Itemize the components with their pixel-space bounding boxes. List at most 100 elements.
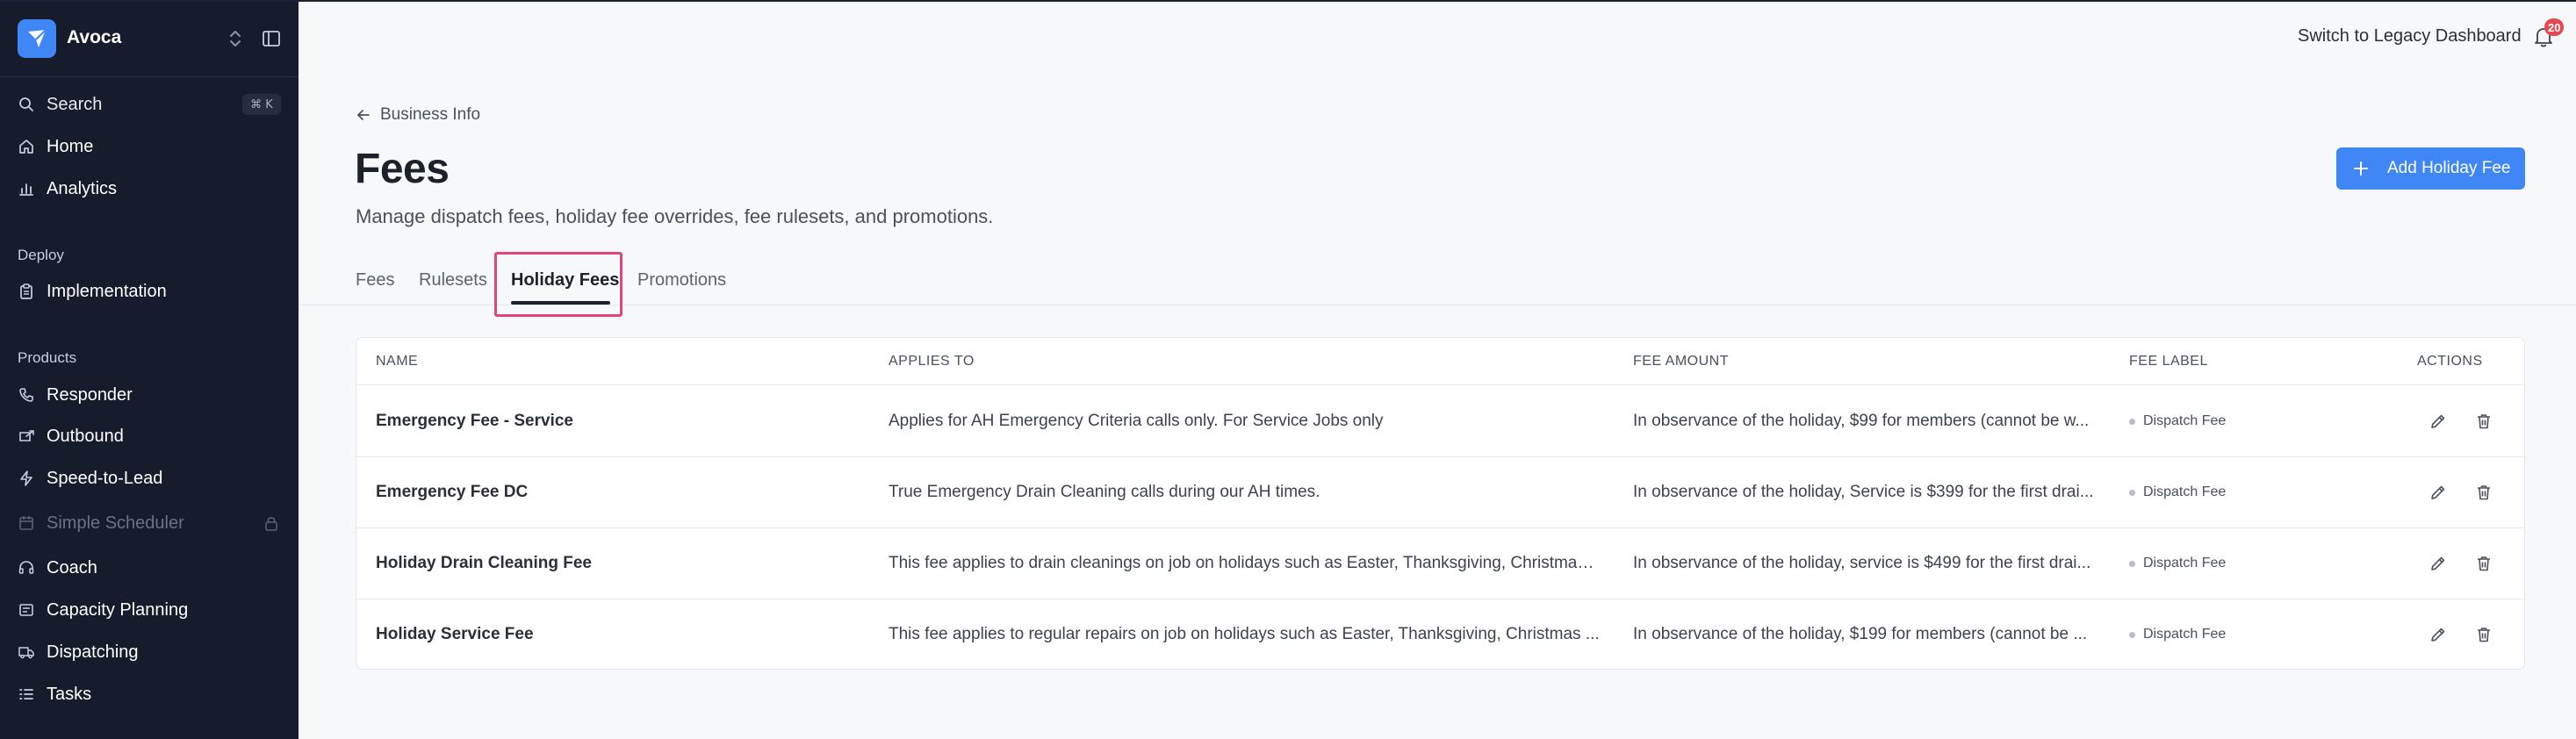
column-header-fee-amount: FEE AMOUNT [1633, 354, 1730, 369]
column-header-actions: ACTIONS [2417, 354, 2483, 369]
sidebar-item-tasks[interactable]: Tasks [0, 675, 299, 714]
search-shortcut-badge: ⌘ K [242, 94, 281, 115]
sidebar-item-speed-to-lead[interactable]: Speed-to-Lead [0, 459, 299, 498]
workspace-name: Avoca [67, 27, 122, 47]
back-link[interactable]: Business Info [356, 105, 480, 125]
headset-icon [18, 561, 34, 574]
collapse-sidebar-icon[interactable] [262, 29, 281, 48]
fee-label-dot [2129, 418, 2135, 425]
fee-label-dot [2129, 489, 2135, 496]
lock-icon [265, 517, 277, 531]
sidebar-item-capacity-planning[interactable]: Capacity Planning [0, 591, 299, 629]
sidebar-item-outbound[interactable]: Outbound [0, 417, 299, 456]
tab-promotions[interactable]: Promotions [637, 270, 726, 291]
sidebar-item-label: Capacity Planning [47, 600, 189, 620]
sidebar-item-label: Responder [47, 385, 133, 405]
sidebar-item-label: Coach [47, 558, 97, 578]
clipboard-icon [20, 283, 32, 299]
bar-chart-icon [19, 183, 33, 196]
edit-icon[interactable] [2428, 625, 2448, 644]
phone-icon [19, 388, 33, 402]
fee-label-chip: Dispatch Fee [2129, 627, 2226, 642]
sidebar-item-responder[interactable]: Responder [0, 376, 299, 414]
workspace-switcher[interactable]: Avoca [0, 0, 299, 77]
fee-applies-to: True Emergency Drain Cleaning calls duri… [889, 483, 1320, 501]
add-holiday-fee-label: Add Holiday Fee [2387, 159, 2511, 177]
sidebar-item-label: Speed-to-Lead [47, 469, 163, 488]
sidebar-item-implementation[interactable]: Implementation [0, 272, 299, 311]
fee-name: Holiday Drain Cleaning Fee [376, 554, 592, 572]
sidebar-item-label: Analytics [47, 179, 118, 198]
plus-icon [2354, 161, 2368, 176]
sidebar-item-label: Dispatching [47, 642, 139, 662]
table-row[interactable]: Holiday Drain Cleaning Fee This fee appl… [356, 528, 2524, 599]
sidebar-section-products: Products [18, 349, 77, 366]
chevron-up-down-icon[interactable] [227, 26, 244, 51]
sidebar-search[interactable]: Search ⌘ K [0, 85, 299, 124]
sidebar-item-label: Tasks [47, 685, 92, 704]
sidebar-item-analytics[interactable]: Analytics [0, 169, 299, 208]
delete-icon[interactable] [2474, 554, 2493, 573]
fee-applies-to: This fee applies to drain cleanings on j… [889, 554, 1600, 572]
calendar-icon [19, 516, 33, 530]
fee-label-text: Dispatch Fee [2143, 484, 2227, 499]
fee-applies-to: This fee applies to regular repairs on j… [889, 625, 1600, 643]
fee-label-chip: Dispatch Fee [2129, 556, 2226, 571]
outbound-icon [19, 430, 34, 441]
page-title: Fees [355, 146, 450, 192]
sidebar-search-label: Search [47, 95, 103, 114]
switch-legacy-dashboard-link[interactable]: Switch to Legacy Dashboard [2298, 26, 2522, 47]
tab-rulesets[interactable]: Rulesets [419, 270, 487, 291]
sidebar-item-home[interactable]: Home [0, 127, 299, 166]
sidebar-item-label: Implementation [47, 282, 167, 301]
fee-amount: In observance of the holiday, service is… [1633, 554, 2091, 572]
sidebar: Avoca Search ⌘ K Home Analytics Deploy I… [0, 0, 299, 739]
column-header-fee-label: FEE LABEL [2129, 354, 2208, 369]
fee-applies-to: Applies for AH Emergency Criteria calls … [889, 412, 1384, 430]
fee-label-chip: Dispatch Fee [2129, 484, 2226, 500]
home-icon [19, 140, 33, 154]
edit-icon[interactable] [2428, 554, 2448, 573]
sidebar-item-simple-scheduler: Simple Scheduler [0, 504, 299, 542]
sidebar-item-label: Home [47, 137, 94, 156]
list-icon [19, 689, 33, 700]
fee-label-text: Dispatch Fee [2143, 556, 2227, 570]
delete-icon[interactable] [2474, 412, 2493, 431]
table-row[interactable]: Holiday Service Fee This fee applies to … [356, 599, 2524, 669]
avoca-logo [18, 19, 56, 58]
fee-amount: In observance of the holiday, Service is… [1633, 483, 2094, 501]
bolt-icon [20, 470, 32, 486]
delete-icon[interactable] [2474, 625, 2493, 644]
fee-name: Emergency Fee DC [376, 483, 529, 501]
table-row[interactable]: Emergency Fee - Service Applies for AH E… [356, 386, 2524, 457]
fee-name: Holiday Service Fee [376, 625, 534, 643]
page-subtitle: Manage dispatch fees, holiday fee overri… [356, 205, 994, 227]
edit-icon[interactable] [2428, 412, 2448, 431]
column-header-name: NAME [376, 354, 419, 369]
delete-icon[interactable] [2474, 483, 2493, 502]
arrow-left-icon [357, 110, 370, 120]
column-header-applies-to: APPLIES TO [889, 354, 975, 369]
sliders-icon [19, 604, 33, 616]
sidebar-item-dispatching[interactable]: Dispatching [0, 633, 299, 671]
top-border [0, 0, 2576, 2]
truck-icon [18, 647, 34, 659]
back-link-label: Business Info [380, 105, 481, 124]
fee-name: Emergency Fee - Service [376, 412, 573, 430]
tab-highlight-box [494, 252, 622, 317]
fee-amount: In observance of the holiday, $99 for me… [1633, 412, 2090, 430]
table-header: NAME APPLIES TO FEE AMOUNT FEE LABEL ACT… [356, 338, 2524, 385]
tab-fees[interactable]: Fees [356, 270, 394, 291]
table-row[interactable]: Emergency Fee DC True Emergency Drain Cl… [356, 457, 2524, 528]
notification-count-badge: 20 [2544, 18, 2565, 36]
sidebar-section-deploy: Deploy [18, 247, 64, 263]
holiday-fees-table: NAME APPLIES TO FEE AMOUNT FEE LABEL ACT… [356, 337, 2525, 670]
sidebar-item-label: Simple Scheduler [47, 513, 184, 533]
edit-icon[interactable] [2428, 483, 2448, 502]
fee-label-dot [2129, 560, 2135, 567]
fee-label-text: Dispatch Fee [2143, 413, 2227, 428]
add-holiday-fee-button[interactable]: Add Holiday Fee [2336, 147, 2525, 190]
fee-amount: In observance of the holiday, $199 for m… [1633, 625, 2088, 643]
fee-label-text: Dispatch Fee [2143, 627, 2227, 642]
sidebar-item-coach[interactable]: Coach [0, 549, 299, 587]
